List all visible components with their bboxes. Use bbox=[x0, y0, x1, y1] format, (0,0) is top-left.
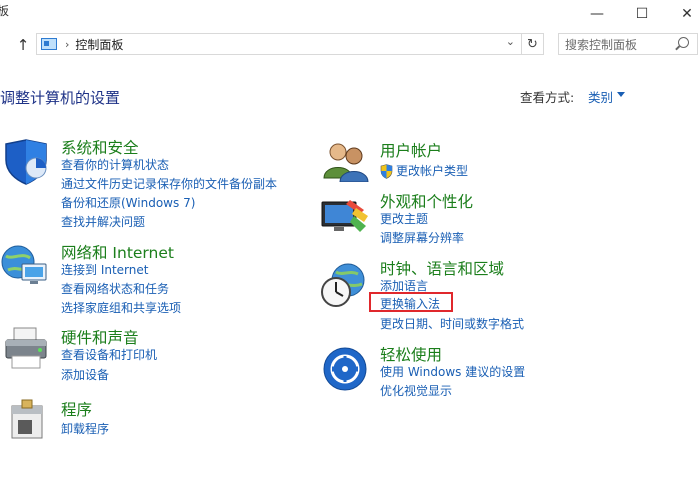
link-optimize-visual-display[interactable]: 优化视觉显示 bbox=[380, 382, 452, 401]
view-by-dropdown[interactable]: 类别 bbox=[588, 87, 613, 106]
link-homegroup[interactable]: 选择家庭组和共享选项 bbox=[61, 299, 181, 318]
clock-globe-icon[interactable] bbox=[320, 262, 368, 310]
link-devices-printers[interactable]: 查看设备和打印机 bbox=[61, 346, 157, 365]
category-system-security[interactable]: 系统和安全 bbox=[61, 136, 139, 158]
link-network-status[interactable]: 查看网络状态和任务 bbox=[61, 280, 169, 299]
minimize-button[interactable]: — bbox=[574, 0, 620, 28]
network-globe-icon[interactable] bbox=[0, 242, 48, 290]
link-backup-restore[interactable]: 备份和还原(Windows 7) bbox=[61, 194, 195, 213]
category-network-internet[interactable]: 网络和 Internet bbox=[61, 241, 174, 263]
link-change-account-type[interactable]: 更改帐户类型 bbox=[396, 162, 468, 181]
category-clock-language-region[interactable]: 时钟、语言和区域 bbox=[380, 257, 504, 279]
users-icon[interactable] bbox=[322, 140, 370, 182]
breadcrumb-separator: › bbox=[65, 37, 70, 51]
link-file-history-backup[interactable]: 通过文件历史记录保存你的文件备份副本 bbox=[61, 175, 277, 194]
category-user-accounts[interactable]: 用户帐户 bbox=[380, 139, 442, 161]
link-change-theme[interactable]: 更改主题 bbox=[380, 210, 428, 229]
ease-of-access-icon[interactable] bbox=[322, 346, 368, 392]
search-input[interactable]: 搜索控制面板 bbox=[558, 33, 698, 55]
link-change-date-time-format[interactable]: 更改日期、时间或数字格式 bbox=[380, 315, 524, 334]
link-uninstall-program[interactable]: 卸载程序 bbox=[61, 420, 109, 439]
link-screen-resolution[interactable]: 调整屏幕分辨率 bbox=[380, 229, 464, 248]
up-arrow-icon[interactable]: ↑ bbox=[14, 34, 32, 56]
link-add-device[interactable]: 添加设备 bbox=[61, 366, 109, 385]
link-view-computer-status[interactable]: 查看你的计算机状态 bbox=[61, 156, 169, 175]
highlight-box bbox=[369, 292, 453, 312]
link-connect-internet[interactable]: 连接到 Internet bbox=[61, 261, 148, 280]
uac-shield-icon bbox=[380, 164, 393, 179]
category-ease-of-access[interactable]: 轻松使用 bbox=[380, 343, 442, 365]
category-hardware-sound[interactable]: 硬件和声音 bbox=[61, 326, 139, 348]
control-panel-icon bbox=[41, 38, 57, 50]
printer-icon[interactable] bbox=[2, 326, 50, 372]
appearance-icon[interactable] bbox=[320, 196, 370, 238]
close-button[interactable]: ✕ bbox=[664, 0, 700, 28]
programs-icon[interactable] bbox=[8, 398, 48, 442]
search-placeholder: 搜索控制面板 bbox=[565, 37, 638, 52]
address-bar[interactable]: › 控制面板 ⌄ bbox=[36, 33, 522, 55]
search-icon[interactable] bbox=[678, 37, 689, 48]
link-troubleshoot[interactable]: 查找并解决问题 bbox=[61, 213, 145, 232]
chevron-down-icon[interactable] bbox=[617, 92, 625, 97]
link-recommended-settings[interactable]: 使用 Windows 建议的设置 bbox=[380, 363, 525, 382]
breadcrumb-control-panel[interactable]: 控制面板 bbox=[75, 36, 123, 53]
category-programs[interactable]: 程序 bbox=[61, 398, 92, 420]
view-by-label: 查看方式: bbox=[520, 90, 575, 105]
category-appearance-personalization[interactable]: 外观和个性化 bbox=[380, 190, 473, 212]
refresh-button[interactable]: ↻ bbox=[522, 33, 544, 55]
shield-icon[interactable] bbox=[2, 138, 50, 186]
chevron-down-icon[interactable]: ⌄ bbox=[506, 35, 515, 48]
window-title: 板 bbox=[0, 4, 10, 18]
maximize-button[interactable]: ☐ bbox=[619, 0, 665, 28]
page-title: 调整计算机的设置 bbox=[0, 89, 121, 107]
